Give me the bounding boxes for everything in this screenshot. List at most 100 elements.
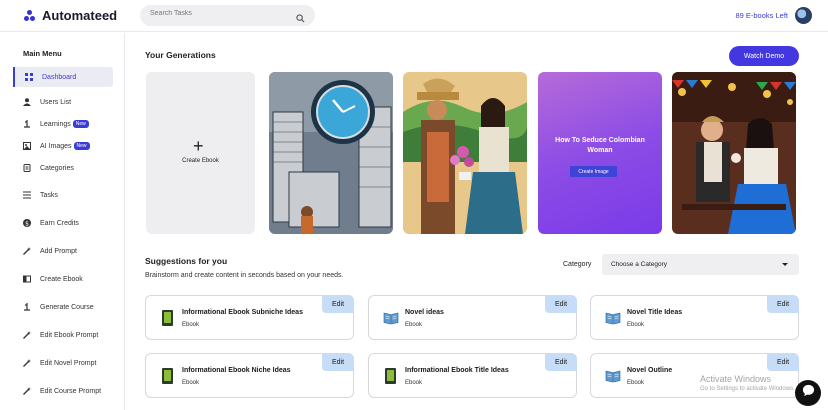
sidebar-item-dashboard[interactable]: Dashboard: [13, 67, 113, 87]
sidebar-item-edit-ebook-prompt[interactable]: Edit Ebook Prompt: [13, 325, 113, 345]
sidebar: Main Menu Dashboard Users List Learnings…: [0, 33, 125, 410]
category-selected-value: Choose a Category: [611, 261, 668, 268]
edit-button[interactable]: Edit: [767, 295, 799, 313]
chat-widget-button[interactable]: [795, 380, 821, 406]
suggestion-title: Novel ideas: [405, 309, 444, 316]
sidebar-item-edit-course-prompt[interactable]: Edit Course Prompt: [13, 381, 113, 401]
dollar-icon: $: [23, 219, 31, 227]
new-badge: New: [73, 142, 90, 150]
top-header: Automateed 89 E-books Left: [0, 0, 828, 32]
create-image-button[interactable]: Create Image: [570, 166, 617, 177]
suggestion-title: Informational Ebook Title Ideas: [405, 367, 509, 374]
watermark-line-1: Activate Windows: [700, 374, 772, 384]
sidebar-item-label: Edit Course Prompt: [40, 387, 102, 395]
grid-icon: [25, 73, 33, 81]
sidebar-item-ai-images[interactable]: AI Images New: [13, 136, 113, 156]
sidebar-item-add-prompt[interactable]: Add Prompt: [13, 241, 113, 261]
suggestion-subtitle: Ebook: [627, 380, 645, 386]
menu-title: Main Menu: [23, 49, 62, 58]
sidebar-item-label: Generate Course: [40, 303, 94, 311]
book-icon: [23, 275, 31, 283]
suggestion-card[interactable]: Novel ideas Ebook Edit: [368, 295, 577, 340]
sidebar-item-label: Dashboard: [42, 73, 77, 81]
sidebar-item-label: Edit Ebook Prompt: [40, 331, 99, 339]
sidebar-item-label: Add Prompt: [40, 247, 77, 255]
sidebar-item-generate-course[interactable]: Generate Course: [13, 297, 113, 317]
plus-icon: +: [193, 136, 204, 156]
edit-button[interactable]: Edit: [322, 295, 354, 313]
user-icon: [23, 98, 31, 106]
svg-text:$: $: [25, 220, 29, 227]
suggestion-title: Novel Title Ideas: [627, 309, 683, 316]
edit-button[interactable]: Edit: [322, 353, 354, 371]
sidebar-item-users-list[interactable]: Users List: [13, 92, 113, 112]
generation-image-cafe-couple[interactable]: [672, 72, 796, 234]
green-book-icon: [162, 310, 173, 326]
suggestion-subtitle: Ebook: [627, 322, 645, 328]
sidebar-item-label: Earn Credits: [40, 219, 79, 227]
sidebar-item-earn-credits[interactable]: $ Earn Credits: [13, 213, 113, 233]
search-input[interactable]: [150, 10, 290, 17]
magic-wand-icon: [23, 387, 31, 395]
document-icon: [23, 164, 31, 172]
sidebar-item-tasks[interactable]: Tasks: [13, 185, 113, 205]
pin-icon: [23, 303, 31, 311]
sidebar-item-create-ebook[interactable]: Create Ebook: [13, 269, 113, 289]
category-select[interactable]: Choose a Category: [602, 254, 799, 275]
sidebar-item-label: Learnings: [40, 120, 71, 128]
magic-wand-icon: [23, 359, 31, 367]
suggestion-subtitle: Ebook: [182, 322, 200, 328]
new-badge: New: [72, 120, 89, 128]
suggestion-subtitle: Ebook: [182, 380, 200, 386]
open-book-icon: [605, 310, 621, 326]
create-ebook-card[interactable]: + Create Ebook: [146, 72, 255, 234]
windows-activation-watermark: Activate Windows Go to Settings to activ…: [700, 374, 795, 392]
suggestion-title: Informational Ebook Subniche Ideas: [182, 309, 303, 316]
sidebar-item-label: Create Ebook: [40, 275, 83, 283]
suggestion-card[interactable]: Informational Ebook Niche Ideas Ebook Ed…: [145, 353, 354, 398]
suggestion-subtitle: Ebook: [405, 322, 423, 328]
sidebar-item-edit-novel-prompt[interactable]: Edit Novel Prompt: [13, 353, 113, 373]
generation-image-coffee-couple[interactable]: [403, 72, 527, 234]
category-label: Category: [563, 261, 592, 268]
sidebar-item-label: Edit Novel Prompt: [40, 359, 97, 367]
user-avatar[interactable]: [795, 7, 812, 24]
logo-icon: [24, 9, 36, 22]
open-book-icon: [383, 310, 399, 326]
sidebar-item-label: Categories: [40, 164, 74, 172]
suggestion-card[interactable]: Informational Ebook Subniche Ideas Ebook…: [145, 295, 354, 340]
suggestion-card[interactable]: Informational Ebook Title Ideas Ebook Ed…: [368, 353, 577, 398]
sidebar-item-label: Users List: [40, 98, 72, 106]
app-logo[interactable]: Automateed: [24, 8, 117, 23]
suggestions-title: Suggestions for you: [145, 256, 228, 266]
edit-button[interactable]: Edit: [767, 353, 799, 371]
sidebar-item-label: Tasks: [40, 191, 58, 199]
suggestion-card[interactable]: Novel Title Ideas Ebook Edit: [590, 295, 799, 340]
generation-image-clock[interactable]: [269, 72, 393, 234]
promo-card[interactable]: How To Seduce Colombian Woman Create Ima…: [538, 72, 662, 234]
search-box[interactable]: [140, 5, 315, 26]
app-name: Automateed: [42, 8, 118, 23]
generations-title: Your Generations: [145, 50, 216, 60]
edit-button[interactable]: Edit: [545, 353, 577, 371]
list-icon: [23, 191, 31, 199]
suggestion-subtitle: Ebook: [405, 380, 423, 386]
green-book-icon: [385, 368, 396, 384]
chevron-down-icon: [782, 263, 788, 266]
suggestions-subtitle: Brainstorm and create content in seconds…: [145, 272, 344, 279]
credits-remaining[interactable]: 89 E-books Left: [735, 11, 788, 20]
chat-bubble-icon: [802, 384, 815, 402]
image-icon: [23, 142, 31, 150]
sidebar-item-learnings[interactable]: Learnings New: [13, 114, 113, 134]
sidebar-item-label: AI Images: [40, 142, 72, 150]
magic-wand-icon: [23, 331, 31, 339]
watermark-line-2: Go to Settings to activate Windows.: [700, 386, 795, 392]
pin-icon: [23, 120, 31, 128]
green-book-icon: [162, 368, 173, 384]
magic-wand-icon: [23, 247, 31, 255]
promo-title: How To Seduce Colombian Woman: [555, 137, 645, 154]
sidebar-item-categories[interactable]: Categories: [13, 158, 113, 178]
edit-button[interactable]: Edit: [545, 295, 577, 313]
watch-demo-button[interactable]: Watch Demo: [729, 46, 799, 66]
search-icon[interactable]: [296, 10, 305, 28]
